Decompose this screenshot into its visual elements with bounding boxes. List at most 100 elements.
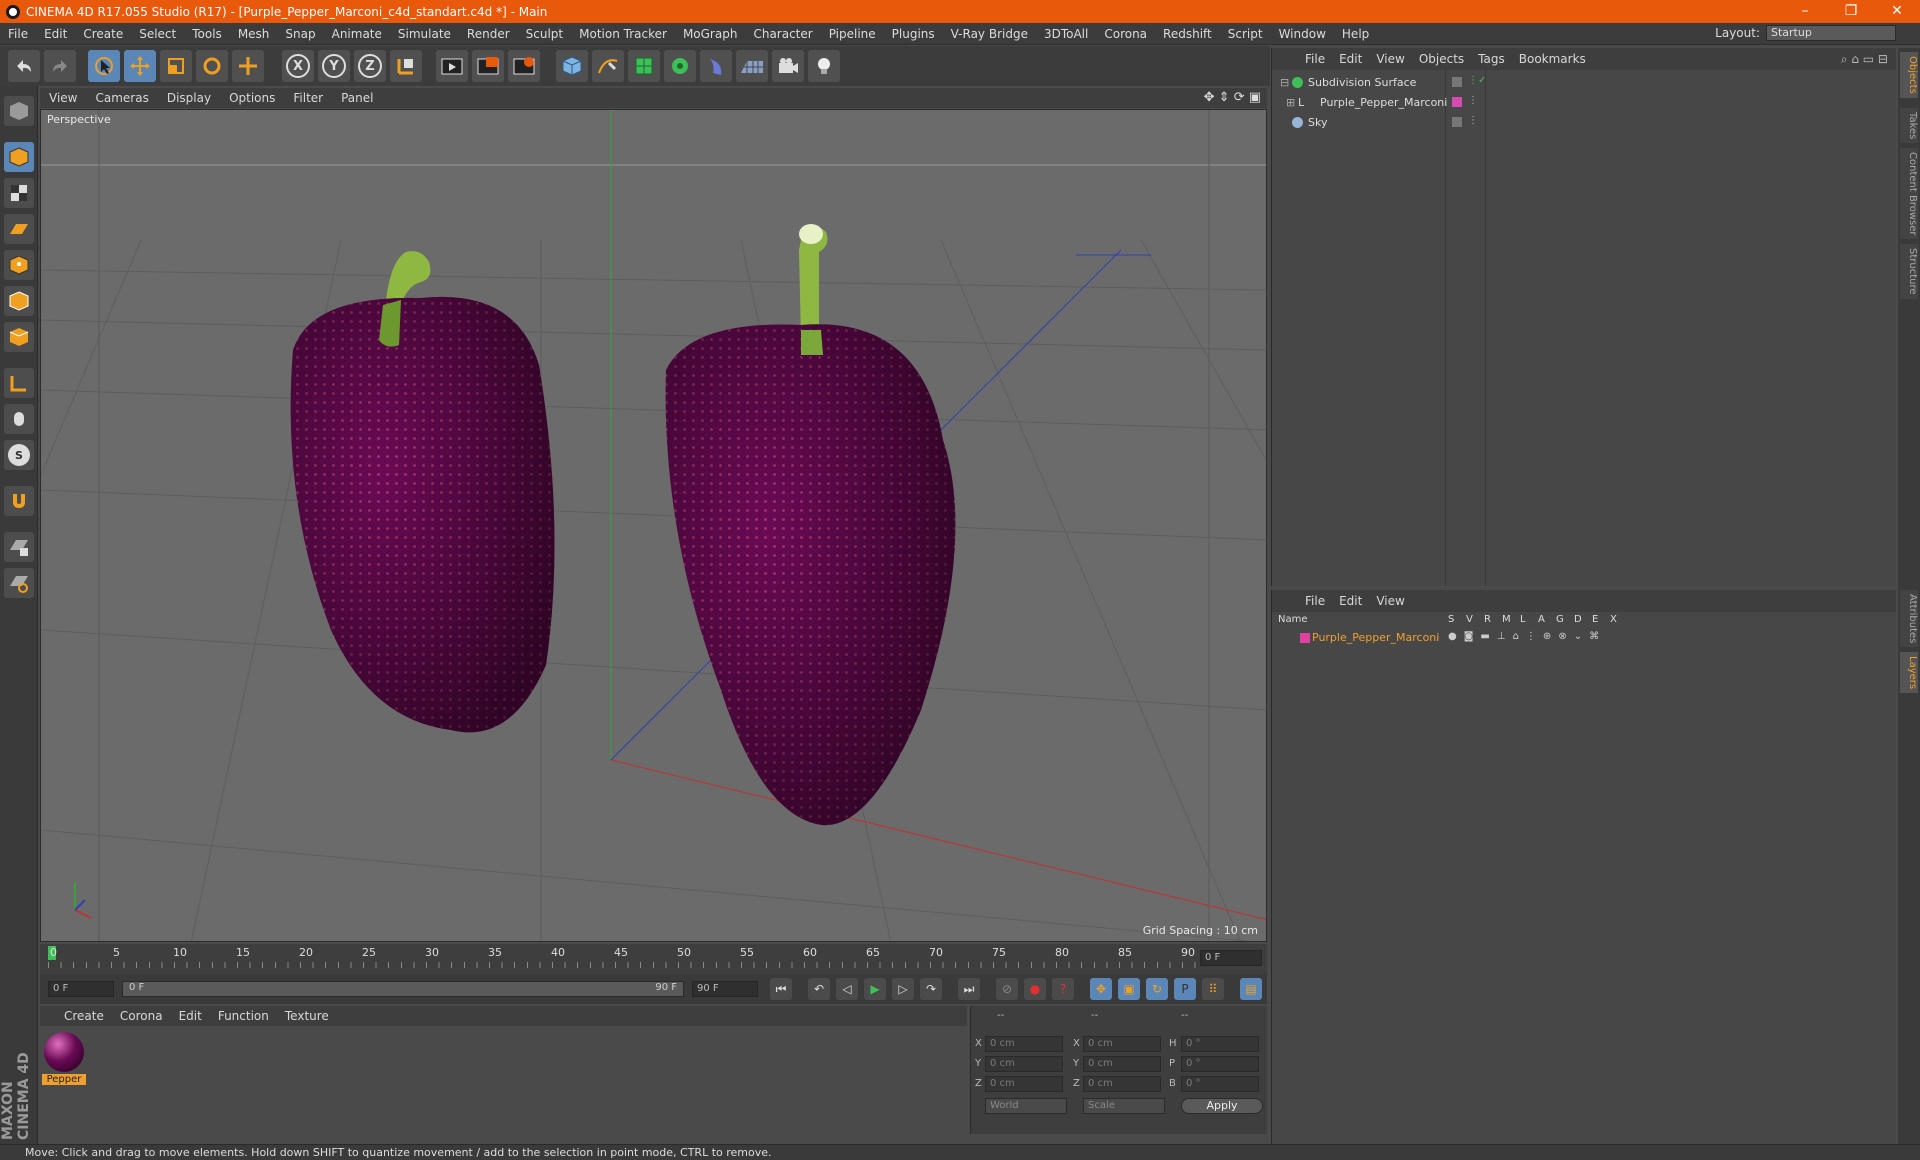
material-menu-function[interactable]: Function <box>210 1009 277 1023</box>
size-y-field[interactable]: 0 cm <box>1083 1056 1161 1072</box>
material-menu-corona[interactable]: Corona <box>112 1009 171 1023</box>
material-menu-create[interactable]: Create <box>40 1009 112 1023</box>
viewport-perspective[interactable]: Perspective Grid Spacing : 10 cm <box>40 109 1267 942</box>
select-arrow-icon[interactable] <box>88 50 120 82</box>
key-pla-icon[interactable]: ⠿ <box>1202 978 1224 1000</box>
menu-redshift[interactable]: Redshift <box>1155 27 1220 41</box>
play-icon[interactable]: ▶ <box>864 978 886 1000</box>
start-frame-field[interactable]: 0 F <box>48 981 114 997</box>
render-view-icon[interactable] <box>436 50 468 82</box>
render-picture-viewer-icon[interactable] <box>472 50 504 82</box>
menu-motion-tracker[interactable]: Motion Tracker <box>571 27 675 41</box>
step-back-icon[interactable]: ◁ <box>836 978 858 1000</box>
menu-mograph[interactable]: MoGraph <box>675 27 746 41</box>
scale-icon[interactable] <box>160 50 192 82</box>
viewport-nav-icons[interactable]: ✥ ⇕ ⟳ ▣ <box>1204 90 1261 105</box>
menu-vray-bridge[interactable]: V-Ray Bridge <box>943 27 1036 41</box>
layer-color-swatch[interactable] <box>1300 633 1310 643</box>
z-axis-icon[interactable]: Z <box>354 50 386 82</box>
material-menu-texture[interactable]: Texture <box>277 1009 337 1023</box>
tab-takes[interactable]: Takes <box>1900 108 1918 144</box>
menu-select[interactable]: Select <box>131 27 184 41</box>
key-position-icon[interactable]: ✥ <box>1090 978 1112 1000</box>
menu-animate[interactable]: Animate <box>324 27 390 41</box>
y-axis-icon[interactable]: Y <box>318 50 350 82</box>
goto-start-icon[interactable]: ⏮ <box>770 978 792 1000</box>
menu-simulate[interactable]: Simulate <box>390 27 459 41</box>
position-x-field[interactable]: 0 cm <box>985 1036 1063 1052</box>
menu-pipeline[interactable]: Pipeline <box>821 27 884 41</box>
viewport-menu-options[interactable]: Options <box>220 91 284 105</box>
position-y-field[interactable]: 0 cm <box>985 1056 1063 1072</box>
texture-mode-icon[interactable] <box>4 178 34 208</box>
make-editable-icon[interactable] <box>4 96 34 126</box>
obj-menu-objects[interactable]: Objects <box>1412 52 1471 66</box>
visibility-check-icon[interactable]: ⋮✓ <box>1468 75 1486 86</box>
coord-mode-dropdown[interactable]: Scale <box>1083 1098 1165 1114</box>
visibility-dots-icon[interactable]: ⋮ <box>1468 95 1478 106</box>
goto-next-key-icon[interactable]: ↷ <box>920 978 942 1000</box>
material-menu-edit[interactable]: Edit <box>171 1009 210 1023</box>
layer-row[interactable]: Purple_Pepper_Marconi ●◙▬⊥⌂⋮⊕⊗⌄⌘ <box>1272 630 1897 646</box>
solo-mode-icon[interactable]: S <box>4 440 34 470</box>
timeline-window-icon[interactable]: ▤ <box>1240 978 1262 1000</box>
key-scale-icon[interactable]: ▣ <box>1118 978 1140 1000</box>
visibility-dots-icon[interactable]: ⋮ <box>1468 115 1478 126</box>
size-x-field[interactable]: 0 cm <box>1083 1036 1161 1052</box>
obj-search-home-icons[interactable]: ⌕ ⌂ ▭ ⊟ <box>1841 52 1888 67</box>
menu-edit[interactable]: Edit <box>36 27 75 41</box>
edit-render-settings-icon[interactable] <box>508 50 540 82</box>
camera-icon[interactable] <box>772 50 804 82</box>
motion-record-icon[interactable]: ⊘ <box>996 978 1018 1000</box>
tab-attributes[interactable]: Attributes <box>1900 590 1918 648</box>
obj-menu-view[interactable]: View <box>1369 52 1411 66</box>
pen-spline-icon[interactable] <box>592 50 624 82</box>
object-row[interactable]: Sky ⋮ <box>1272 114 1897 132</box>
obj-menu-edit[interactable]: Edit <box>1332 52 1369 66</box>
menu-script[interactable]: Script <box>1220 27 1271 41</box>
tab-content-browser[interactable]: Content Browser <box>1900 148 1918 240</box>
object-row[interactable]: ⊞ L Purple_Pepper_Marconi ⋮ <box>1272 94 1897 112</box>
axis-mode-icon[interactable] <box>4 368 34 398</box>
rotation-p-field[interactable]: 0 ° <box>1181 1056 1259 1072</box>
obj-menu-bookmarks[interactable]: Bookmarks <box>1512 52 1593 66</box>
layer-menu-edit[interactable]: Edit <box>1332 594 1369 608</box>
obj-menu-file[interactable]: File <box>1298 52 1332 66</box>
polygons-mode-icon[interactable] <box>4 322 34 352</box>
tree-expand-icon[interactable]: ⊞ <box>1286 96 1295 109</box>
goto-prev-key-icon[interactable]: ↶ <box>808 978 830 1000</box>
menu-window[interactable]: Window <box>1271 27 1334 41</box>
current-frame-field[interactable]: 0 F <box>1200 950 1262 966</box>
tree-collapse-icon[interactable]: ⊟ <box>1280 76 1289 89</box>
light-icon[interactable] <box>808 50 840 82</box>
menu-tools[interactable]: Tools <box>184 27 230 41</box>
object-row[interactable]: ⊟ Subdivision Surface ⋮✓ <box>1272 74 1897 92</box>
redo-icon[interactable] <box>44 50 76 82</box>
menu-corona[interactable]: Corona <box>1096 27 1155 41</box>
menu-mesh[interactable]: Mesh <box>230 27 278 41</box>
floor-icon[interactable] <box>736 50 768 82</box>
subdivision-icon[interactable] <box>628 50 660 82</box>
locked-workplane-icon[interactable] <box>4 532 34 562</box>
tab-structure[interactable]: Structure <box>1900 244 1918 299</box>
material-swatch[interactable]: Pepper <box>42 1030 86 1090</box>
menu-plugins[interactable]: Plugins <box>884 27 943 41</box>
viewport-menu-filter[interactable]: Filter <box>284 91 332 105</box>
menu-snap[interactable]: Snap <box>277 27 323 41</box>
tab-layers[interactable]: Layers <box>1900 652 1918 694</box>
layer-flag-icons[interactable]: ●◙▬⊥⌂⋮⊕⊗⌄⌘ <box>1448 631 1606 642</box>
tab-objects[interactable]: Objects <box>1900 52 1918 98</box>
coordinate-system-icon[interactable] <box>390 50 422 82</box>
viewport-menu-cameras[interactable]: Cameras <box>86 91 157 105</box>
menu-create[interactable]: Create <box>75 27 131 41</box>
frame-range-slider[interactable]: 0 F 90 F <box>122 981 684 997</box>
position-z-field[interactable]: 0 cm <box>985 1076 1063 1092</box>
undo-icon[interactable] <box>8 50 40 82</box>
array-icon[interactable] <box>664 50 696 82</box>
layout-dropdown[interactable]: Startup <box>1766 25 1896 41</box>
obj-menu-tags[interactable]: Tags <box>1471 52 1512 66</box>
viewport-menu-panel[interactable]: Panel <box>332 91 382 105</box>
workplane-icon[interactable] <box>4 214 34 244</box>
key-parameter-icon[interactable]: P <box>1174 978 1196 1000</box>
layer-menu-file[interactable]: File <box>1298 594 1332 608</box>
